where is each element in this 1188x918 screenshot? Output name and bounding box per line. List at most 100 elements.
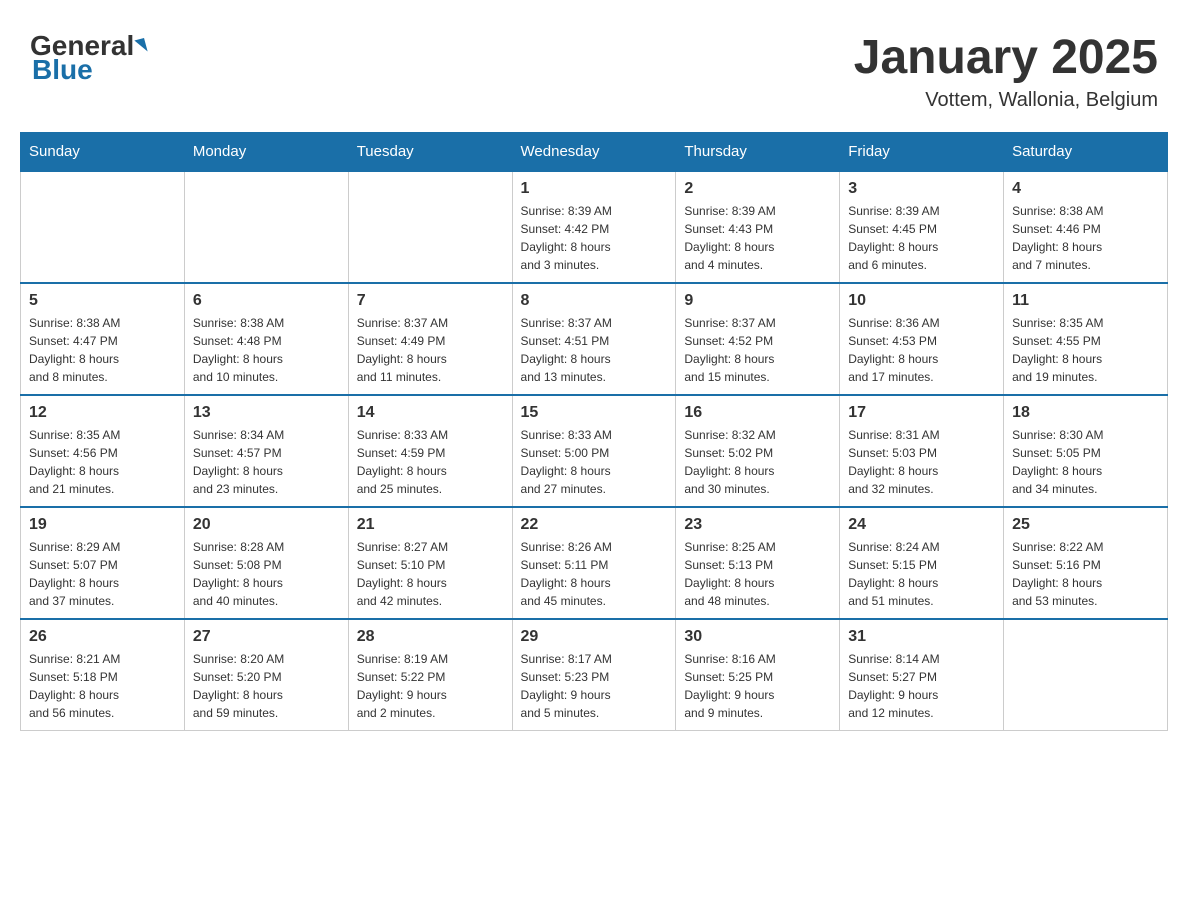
day-info: Sunrise: 8:32 AMSunset: 5:02 PMDaylight:… xyxy=(684,426,831,498)
day-number: 10 xyxy=(848,292,995,310)
day-info: Sunrise: 8:27 AMSunset: 5:10 PMDaylight:… xyxy=(357,538,504,610)
day-info: Sunrise: 8:17 AMSunset: 5:23 PMDaylight:… xyxy=(521,650,668,722)
day-info: Sunrise: 8:24 AMSunset: 5:15 PMDaylight:… xyxy=(848,538,995,610)
logo-arrow-icon xyxy=(135,38,148,54)
calendar-cell: 26 Sunrise: 8:21 AMSunset: 5:18 PMDayligh… xyxy=(21,619,185,731)
calendar-cell: 9 Sunrise: 8:37 AMSunset: 4:52 PMDaylight… xyxy=(676,283,840,395)
day-info: Sunrise: 8:22 AMSunset: 5:16 PMDaylight:… xyxy=(1012,538,1159,610)
day-number: 3 xyxy=(848,180,995,198)
day-number: 17 xyxy=(848,404,995,422)
day-number: 22 xyxy=(521,516,668,534)
calendar-cell: 4 Sunrise: 8:38 AMSunset: 4:46 PMDaylight… xyxy=(1004,171,1168,283)
day-number: 26 xyxy=(29,628,176,646)
col-saturday: Saturday xyxy=(1004,133,1168,172)
calendar-cell: 16 Sunrise: 8:32 AMSunset: 5:02 PMDayligh… xyxy=(676,395,840,507)
day-number: 14 xyxy=(357,404,504,422)
day-info: Sunrise: 8:16 AMSunset: 5:25 PMDaylight:… xyxy=(684,650,831,722)
calendar-cell: 3 Sunrise: 8:39 AMSunset: 4:45 PMDaylight… xyxy=(840,171,1004,283)
day-number: 27 xyxy=(193,628,340,646)
logo-blue-text: Blue xyxy=(30,54,93,86)
day-info: Sunrise: 8:33 AMSunset: 5:00 PMDaylight:… xyxy=(521,426,668,498)
day-number: 5 xyxy=(29,292,176,310)
header-row: Sunday Monday Tuesday Wednesday Thursday… xyxy=(21,133,1168,172)
day-info: Sunrise: 8:20 AMSunset: 5:20 PMDaylight:… xyxy=(193,650,340,722)
week-row-5: 26 Sunrise: 8:21 AMSunset: 5:18 PMDayligh… xyxy=(21,619,1168,731)
calendar-cell: 22Sunrise: 8:26 AMSunset: 5:11 PMDayligh… xyxy=(512,507,676,619)
calendar-cell: 27 Sunrise: 8:20 AMSunset: 5:20 PMDayligh… xyxy=(184,619,348,731)
calendar-cell: 12 Sunrise: 8:35 AMSunset: 4:56 PMDayligh… xyxy=(21,395,185,507)
week-row-3: 12 Sunrise: 8:35 AMSunset: 4:56 PMDayligh… xyxy=(21,395,1168,507)
calendar-cell: 7 Sunrise: 8:37 AMSunset: 4:49 PMDaylight… xyxy=(348,283,512,395)
col-sunday: Sunday xyxy=(21,133,185,172)
day-info: Sunrise: 8:33 AMSunset: 4:59 PMDaylight:… xyxy=(357,426,504,498)
calendar-cell: 10 Sunrise: 8:36 AMSunset: 4:53 PMDayligh… xyxy=(840,283,1004,395)
col-thursday: Thursday xyxy=(676,133,840,172)
calendar-cell xyxy=(348,171,512,283)
day-number: 29 xyxy=(521,628,668,646)
calendar-cell: 14 Sunrise: 8:33 AMSunset: 4:59 PMDayligh… xyxy=(348,395,512,507)
col-tuesday: Tuesday xyxy=(348,133,512,172)
day-number: 11 xyxy=(1012,292,1159,310)
day-number: 19 xyxy=(29,516,176,534)
day-number: 2 xyxy=(684,180,831,198)
day-info: Sunrise: 8:37 AMSunset: 4:49 PMDaylight:… xyxy=(357,314,504,386)
day-info: Sunrise: 8:37 AMSunset: 4:52 PMDaylight:… xyxy=(684,314,831,386)
day-number: 28 xyxy=(357,628,504,646)
page-header: General Blue January 2025 Vottem, Wallon… xyxy=(20,20,1168,112)
day-info: Sunrise: 8:38 AMSunset: 4:46 PMDaylight:… xyxy=(1012,202,1159,274)
day-info: Sunrise: 8:35 AMSunset: 4:56 PMDaylight:… xyxy=(29,426,176,498)
day-info: Sunrise: 8:21 AMSunset: 5:18 PMDaylight:… xyxy=(29,650,176,722)
calendar-cell: 15Sunrise: 8:33 AMSunset: 5:00 PMDayligh… xyxy=(512,395,676,507)
calendar-cell: 20Sunrise: 8:28 AMSunset: 5:08 PMDayligh… xyxy=(184,507,348,619)
calendar-cell: 17 Sunrise: 8:31 AMSunset: 5:03 PMDayligh… xyxy=(840,395,1004,507)
day-info: Sunrise: 8:36 AMSunset: 4:53 PMDaylight:… xyxy=(848,314,995,386)
day-number: 30 xyxy=(684,628,831,646)
calendar-cell xyxy=(184,171,348,283)
week-row-2: 5 Sunrise: 8:38 AMSunset: 4:47 PMDaylight… xyxy=(21,283,1168,395)
day-number: 21 xyxy=(357,516,504,534)
month-year-title: January 2025 xyxy=(854,30,1158,85)
day-number: 12 xyxy=(29,404,176,422)
calendar-cell: 5 Sunrise: 8:38 AMSunset: 4:47 PMDaylight… xyxy=(21,283,185,395)
day-info: Sunrise: 8:39 AMSunset: 4:45 PMDaylight:… xyxy=(848,202,995,274)
day-number: 16 xyxy=(684,404,831,422)
day-number: 13 xyxy=(193,404,340,422)
week-row-1: 1Sunrise: 8:39 AMSunset: 4:42 PMDaylight… xyxy=(21,171,1168,283)
calendar-cell: 31Sunrise: 8:14 AMSunset: 5:27 PMDayligh… xyxy=(840,619,1004,731)
calendar-cell: 1Sunrise: 8:39 AMSunset: 4:42 PMDaylight… xyxy=(512,171,676,283)
calendar-cell: 24Sunrise: 8:24 AMSunset: 5:15 PMDayligh… xyxy=(840,507,1004,619)
day-info: Sunrise: 8:31 AMSunset: 5:03 PMDaylight:… xyxy=(848,426,995,498)
calendar-cell: 6Sunrise: 8:38 AMSunset: 4:48 PMDaylight… xyxy=(184,283,348,395)
col-wednesday: Wednesday xyxy=(512,133,676,172)
calendar-cell: 13 Sunrise: 8:34 AMSunset: 4:57 PMDayligh… xyxy=(184,395,348,507)
day-info: Sunrise: 8:25 AMSunset: 5:13 PMDaylight:… xyxy=(684,538,831,610)
day-info: Sunrise: 8:37 AMSunset: 4:51 PMDaylight:… xyxy=(521,314,668,386)
day-number: 7 xyxy=(357,292,504,310)
day-info: Sunrise: 8:29 AMSunset: 5:07 PMDaylight:… xyxy=(29,538,176,610)
day-info: Sunrise: 8:38 AMSunset: 4:47 PMDaylight:… xyxy=(29,314,176,386)
calendar-cell: 25 Sunrise: 8:22 AMSunset: 5:16 PMDayligh… xyxy=(1004,507,1168,619)
calendar-cell: 19 Sunrise: 8:29 AMSunset: 5:07 PMDayligh… xyxy=(21,507,185,619)
day-number: 23 xyxy=(684,516,831,534)
day-info: Sunrise: 8:35 AMSunset: 4:55 PMDaylight:… xyxy=(1012,314,1159,386)
title-section: January 2025 Vottem, Wallonia, Belgium xyxy=(854,30,1158,112)
calendar-cell: 8 Sunrise: 8:37 AMSunset: 4:51 PMDaylight… xyxy=(512,283,676,395)
day-info: Sunrise: 8:39 AMSunset: 4:42 PMDaylight:… xyxy=(521,202,668,274)
calendar-cell: 21 Sunrise: 8:27 AMSunset: 5:10 PMDayligh… xyxy=(348,507,512,619)
day-number: 8 xyxy=(521,292,668,310)
day-number: 9 xyxy=(684,292,831,310)
day-number: 4 xyxy=(1012,180,1159,198)
day-info: Sunrise: 8:39 AMSunset: 4:43 PMDaylight:… xyxy=(684,202,831,274)
day-info: Sunrise: 8:14 AMSunset: 5:27 PMDaylight:… xyxy=(848,650,995,722)
day-info: Sunrise: 8:34 AMSunset: 4:57 PMDaylight:… xyxy=(193,426,340,498)
day-number: 25 xyxy=(1012,516,1159,534)
calendar-cell: 2 Sunrise: 8:39 AMSunset: 4:43 PMDaylight… xyxy=(676,171,840,283)
day-info: Sunrise: 8:19 AMSunset: 5:22 PMDaylight:… xyxy=(357,650,504,722)
calendar-cell: 28 Sunrise: 8:19 AMSunset: 5:22 PMDayligh… xyxy=(348,619,512,731)
location-subtitle: Vottem, Wallonia, Belgium xyxy=(854,89,1158,112)
day-number: 18 xyxy=(1012,404,1159,422)
calendar-cell: 29 Sunrise: 8:17 AMSunset: 5:23 PMDayligh… xyxy=(512,619,676,731)
calendar-table: Sunday Monday Tuesday Wednesday Thursday… xyxy=(20,132,1168,731)
day-info: Sunrise: 8:30 AMSunset: 5:05 PMDaylight:… xyxy=(1012,426,1159,498)
day-info: Sunrise: 8:38 AMSunset: 4:48 PMDaylight:… xyxy=(193,314,340,386)
